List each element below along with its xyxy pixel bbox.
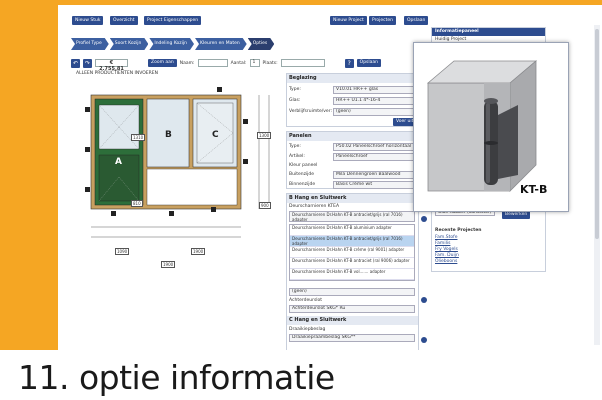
- beglazing-type-label: Type:: [289, 87, 301, 92]
- app-window: Nieuw Stuk Overzicht Project Eigenschapp…: [58, 5, 602, 350]
- tab-indeling-kozijn[interactable]: Indeling Kozijn: [149, 38, 194, 50]
- beglazing-panel: Beglazing Type: V10.01 HR++ glas Glas: H…: [286, 73, 419, 127]
- beglazing-glas-select[interactable]: HR++ U1.1 4*-16-4: [333, 97, 415, 105]
- plaats-label: Plaats:: [262, 60, 278, 66]
- help-button[interactable]: ?: [344, 58, 354, 68]
- panelen-buitenzijde-select[interactable]: Mila Dennengroen Baalwood: [333, 171, 415, 179]
- tab-opties[interactable]: Opties: [248, 38, 275, 50]
- deurscharnier-select[interactable]: Deurscharnieren Dr.Hahn KT-B antraciet/g…: [289, 211, 415, 222]
- beglazing-type-select[interactable]: V10.01 HR++ glas: [333, 86, 415, 94]
- panelen-panel: Panelen Type: P50.02 Paneelschroef horiz…: [286, 131, 419, 189]
- hang-sluitwerk-title: B Hang en Sluitwerk: [287, 194, 418, 203]
- draaikiepbeslag-label: Draaikiepbeslag: [289, 327, 326, 332]
- geen-select[interactable]: (geen): [289, 288, 415, 296]
- tab-soort-kozijn[interactable]: Soort Kozijn: [110, 38, 149, 50]
- opslaan-button[interactable]: Opslaan: [356, 59, 382, 67]
- achterdeurslot-select[interactable]: Achterdeurslot SKG* Ru: [289, 305, 415, 313]
- zoom-button[interactable]: Zoom aan: [148, 59, 177, 67]
- deurscharnier-option[interactable]: Deurscharnieren Dr.Hahn KT-B aluminium a…: [290, 225, 414, 236]
- dim-left-mark: 810: [131, 200, 143, 207]
- panelen-type-label: Type:: [289, 144, 301, 149]
- dim-side-small: 900: [259, 202, 271, 209]
- recent-project-link[interactable]: Fam.Stofe: [435, 235, 457, 240]
- panelen-artikel-select[interactable]: Paneelschroef: [333, 153, 415, 161]
- tab-profiel-type[interactable]: Profiel Type: [71, 38, 109, 50]
- undo-icon[interactable]: ↶: [71, 58, 80, 68]
- projecten-button[interactable]: Projecten: [369, 16, 397, 25]
- panelen-binnenzijde-select[interactable]: Basis Crème wit: [333, 181, 415, 189]
- section-label: ALLEEN PRODUCTIENTEN INVOEREN: [76, 71, 158, 76]
- panelen-kleur-label: Kleur paneel: [289, 163, 318, 168]
- info-icon[interactable]: [421, 337, 427, 343]
- info-panel-title: Informatiepaneel: [432, 28, 545, 36]
- step-tabs: Profiel Type Soort Kozijn Indeling Kozij…: [71, 38, 275, 50]
- info-icon[interactable]: [421, 216, 427, 222]
- recent-project-link[interactable]: Fam. Duijn: [435, 253, 459, 258]
- dim-bottom-a: 1090: [115, 248, 130, 255]
- tab-kleuren-en-maten[interactable]: Kleuren en Maten: [195, 38, 247, 50]
- hang-sluitwerk-panel: B Hang en Sluitwerk Deurscharnieren KTEA…: [286, 193, 419, 350]
- deurscharnier-option[interactable]: Deurscharnieren Dr.Hahn KT-B antraciet (…: [290, 258, 414, 269]
- achterdeurslot-label: Achterdeurslot: [289, 298, 323, 303]
- plaats-input[interactable]: [280, 59, 325, 67]
- panelen-artikel-label: Artikel:: [289, 154, 305, 159]
- hang-sluitwerk-sub: Deurscharnieren KTEA: [289, 204, 340, 209]
- aantal-input[interactable]: 1: [249, 59, 260, 67]
- nieuw-project-button[interactable]: Nieuw Project: [330, 16, 367, 25]
- overzicht-button[interactable]: Overzicht: [110, 16, 138, 25]
- redo-icon[interactable]: ↷: [83, 58, 92, 68]
- panel-label-c: C: [212, 130, 219, 140]
- deurscharnier-option[interactable]: Deurscharnieren Dr.Hahn KT-B vol....... …: [290, 269, 414, 280]
- panelen-title: Panelen: [287, 132, 418, 141]
- beglazing-verblijf-label: Verblijfsruimte/ver:: [289, 109, 332, 114]
- dim-inner-1: 1310: [131, 134, 146, 141]
- window-drawing: A B C 1310 810 1300 900 1090 1900 1900: [71, 77, 276, 277]
- recent-project-link[interactable]: Olieboons: [435, 259, 457, 264]
- panelen-binnenzijde-label: Binnenzijde: [289, 182, 316, 187]
- aantal-label: Aantal:: [230, 60, 247, 66]
- beglazing-verblijf-select[interactable]: (geen): [333, 108, 415, 116]
- kozijn-drawing-svg: A B C: [85, 87, 270, 238]
- panelen-buitenzijde-label: Buitenzijde: [289, 172, 315, 177]
- project-eigenschappen-button[interactable]: Project Eigenschappen: [144, 16, 202, 25]
- deurscharnier-option[interactable]: Deurscharnieren Dr.Hahn KT-B crème (ral …: [290, 247, 414, 258]
- info-icon[interactable]: [421, 297, 427, 303]
- beglazing-title: Beglazing: [287, 74, 418, 83]
- dim-bottom-b: 1900: [191, 248, 206, 255]
- panel-label-b: B: [165, 130, 172, 140]
- popup-product-label: KT-B: [520, 183, 548, 196]
- c-hang-sluitwerk-title: C Hang en Sluitwerk: [287, 316, 418, 325]
- recent-project-link[interactable]: Familis: [435, 241, 450, 246]
- beglazing-glas-label: Glas:: [289, 98, 301, 103]
- toolbar: ↶ ↷ € 2.755,81 Zoom aan Naam: Aantal: 1 …: [71, 57, 391, 72]
- naam-label: Naam:: [179, 60, 195, 66]
- price-display: € 2.755,81: [95, 59, 128, 72]
- scrollbar-thumb[interactable]: [595, 29, 599, 239]
- product-info-popup: KT-B: [413, 42, 569, 212]
- caption: 11. optie informatie: [18, 358, 335, 397]
- deurscharnier-option-selected[interactable]: Deurscharnieren Dr.Hahn KT-B antraciet/g…: [290, 236, 414, 247]
- recente-projecten-label: Recente Projecten: [435, 228, 482, 233]
- deurscharnier-dropdown: Deurscharnieren Dr.Hahn KT-B aluminium a…: [289, 224, 415, 281]
- panel-label-a: A: [115, 157, 122, 167]
- nieuw-stuk-button[interactable]: Nieuw Stuk: [72, 16, 104, 25]
- panelen-type-select[interactable]: P50.02 Paneelschroef horizontaal: [333, 143, 415, 151]
- dim-height-total: 1300: [257, 132, 272, 139]
- draaikiepbeslag-select[interactable]: Draaikiepraambeslag SKG**: [289, 334, 415, 342]
- recent-project-link[interactable]: Fry Vogels: [435, 247, 458, 252]
- dim-width-total: 1900: [161, 261, 176, 268]
- opslaan-top-button[interactable]: Opslaan: [404, 16, 429, 25]
- naam-input[interactable]: [197, 59, 228, 67]
